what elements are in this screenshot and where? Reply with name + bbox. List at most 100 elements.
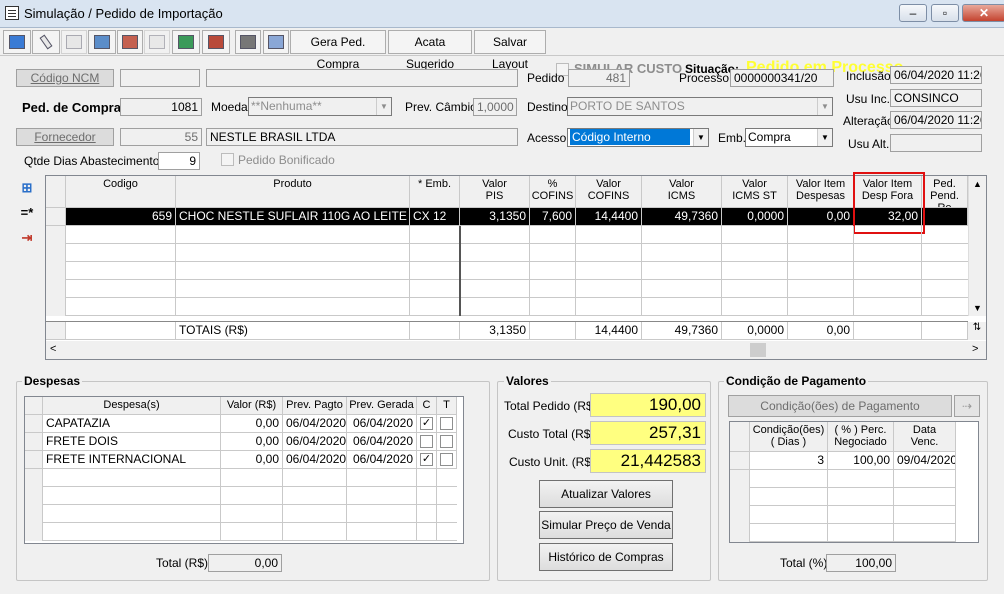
list-icon[interactable] [117,30,143,54]
col-divider [853,226,854,316]
emb-select[interactable]: Compra ▼ [745,128,833,147]
c-checkbox[interactable] [420,435,433,448]
c-checkbox[interactable]: ✓ [420,417,433,430]
vertical-scrollbar[interactable]: ▲ ▼ [968,176,986,316]
disabled-tool-icon [144,30,170,54]
col-divider [220,469,221,541]
edit-icon[interactable] [32,30,60,54]
destino-select[interactable]: PORTO DE SANTOS ▼ [567,97,833,116]
col-valor-icms[interactable]: Valor ICMS [642,176,722,208]
col-divider [641,226,642,316]
spin-icon[interactable]: ⇅ [968,322,986,340]
cell-prev-gerada: 06/04/2020 [347,451,417,469]
table-row[interactable]: FRETE DOIS 0,00 06/04/2020 06/04/2020 [25,433,457,451]
col-perc[interactable]: ( % ) Perc. Negociado [828,422,894,452]
col-divider [893,470,894,542]
cell-despesa: FRETE INTERNACIONAL [43,451,221,469]
exit-icon[interactable] [3,30,31,54]
edit-condition-icon[interactable]: ⇢ [954,395,980,417]
maximize-button[interactable]: ▫ [931,4,959,22]
fornecedor-button[interactable]: Fornecedor [16,128,114,146]
pedido-bonificado-label: Pedido Bonificado [238,153,335,167]
cell-valor: 0,00 [221,451,283,469]
scroll-down-icon[interactable]: ▼ [969,300,986,316]
col-valor-item-despesas[interactable]: Valor Item Despesas [788,176,854,208]
pedido-bonificado-checkbox[interactable] [221,153,234,166]
col-perc-cofins[interactable]: % COFINS [530,176,576,208]
row-indicator [25,451,43,469]
cell-c: ✓ [417,415,437,433]
table-row[interactable]: FRETE INTERNACIONAL 0,00 06/04/2020 06/0… [25,451,457,469]
print-icon[interactable] [235,30,261,54]
scroll-left-icon[interactable]: < [50,343,56,355]
col-despesa[interactable]: Despesa(s) [43,397,221,415]
grid-columns-icon[interactable] [172,30,200,54]
table-row[interactable]: CAPATAZIA 0,00 06/04/2020 06/04/2020 ✓ [25,415,457,433]
cell-valor-cofins: 14,4400 [576,208,642,226]
moeda-select[interactable]: **Nenhuma** ▼ [248,97,392,116]
col-produto[interactable]: Produto [176,176,410,208]
codigo-ncm-button[interactable]: Código NCM [16,69,114,87]
condicao-pagamento-button[interactable]: Condição(ões) de Pagamento [728,395,952,417]
t-checkbox[interactable] [440,435,453,448]
col-emb[interactable]: * Emb. [410,176,460,208]
total-valor-item-desp-fora [854,322,922,340]
row-indicator [46,322,66,340]
simular-preco-venda-button[interactable]: Simular Preço de Venda [539,511,673,539]
table-row[interactable]: 659 CHOC NESTLE SUFLAIR 110G AO LEITE X … [46,208,968,226]
acesso-select[interactable]: Código Interno ▼ [567,128,709,147]
gera-ped-compra-button[interactable]: Gera Ped. Compra [290,30,386,71]
salvar-layout-button[interactable]: Salvar Layout [474,30,546,71]
row-indicator [730,452,750,470]
add-item-icon[interactable]: ⊞ [16,178,38,198]
pedido-field: 481 [568,69,630,87]
total-ped-pend [922,322,968,340]
horizontal-scrollbar[interactable]: < > [46,341,986,359]
download-icon[interactable] [88,30,116,54]
cell-prev-pagto: 06/04/2020 [283,433,347,451]
col-valor[interactable]: Valor (R$) [221,397,283,415]
col-c[interactable]: C [417,397,437,415]
inclusao-field: 06/04/2020 11:26 [890,66,982,84]
insert-item-icon[interactable]: =* [16,203,38,223]
col-valor-icms-st[interactable]: Valor ICMS ST [722,176,788,208]
historico-compras-button[interactable]: Histórico de Compras [539,543,673,571]
c-checkbox[interactable]: ✓ [420,453,433,466]
col-condicao[interactable]: Condição(ões) ( Dias ) [750,422,828,452]
col-divider [575,226,576,316]
cell-c [417,433,437,451]
grid-rows-icon[interactable] [202,30,230,54]
alteracao-label: Alteração [843,114,894,128]
table-row[interactable]: 3 100,00 09/04/2020 [730,452,956,470]
col-t[interactable]: T [437,397,457,415]
scroll-right-icon[interactable]: > [972,343,978,355]
minimize-button[interactable]: – [899,4,927,22]
col-divider [787,226,788,316]
usu-alt-field [890,134,982,152]
report-icon[interactable] [263,30,289,54]
acata-sugerido-button[interactable]: Acata Sugerido [388,30,472,71]
atualizar-valores-button[interactable]: Atualizar Valores [539,480,673,508]
col-valor-cofins[interactable]: Valor COFINS [576,176,642,208]
col-valor-pis[interactable]: Valor PIS [460,176,530,208]
scroll-thumb[interactable] [750,343,766,357]
emb-label: Emb. [718,131,747,145]
scroll-up-icon[interactable]: ▲ [969,176,986,192]
add-disabled-icon [61,30,87,54]
t-checkbox[interactable] [440,417,453,430]
highlight-box [853,172,925,234]
cell-valor-item-despesas: 0,00 [788,208,854,226]
cell-valor-icms: 49,7360 [642,208,722,226]
close-button[interactable]: ✕ [962,4,1004,22]
col-ped-pend[interactable]: Ped. Pend. Re [922,176,968,208]
t-checkbox[interactable] [440,453,453,466]
col-codigo[interactable]: Codigo [66,176,176,208]
qtde-dias-field[interactable]: 9 [158,152,200,170]
app-icon [5,6,19,20]
col-data-venc[interactable]: Data Venc. [894,422,956,452]
remove-item-icon[interactable]: ⇥ [16,228,38,248]
col-prev-pagto[interactable]: Prev. Pagto [283,397,347,415]
pagamento-total-field: 100,00 [826,554,896,572]
col-prev-gerada[interactable]: Prev. Gerada [347,397,417,415]
empty-rows [25,469,457,541]
